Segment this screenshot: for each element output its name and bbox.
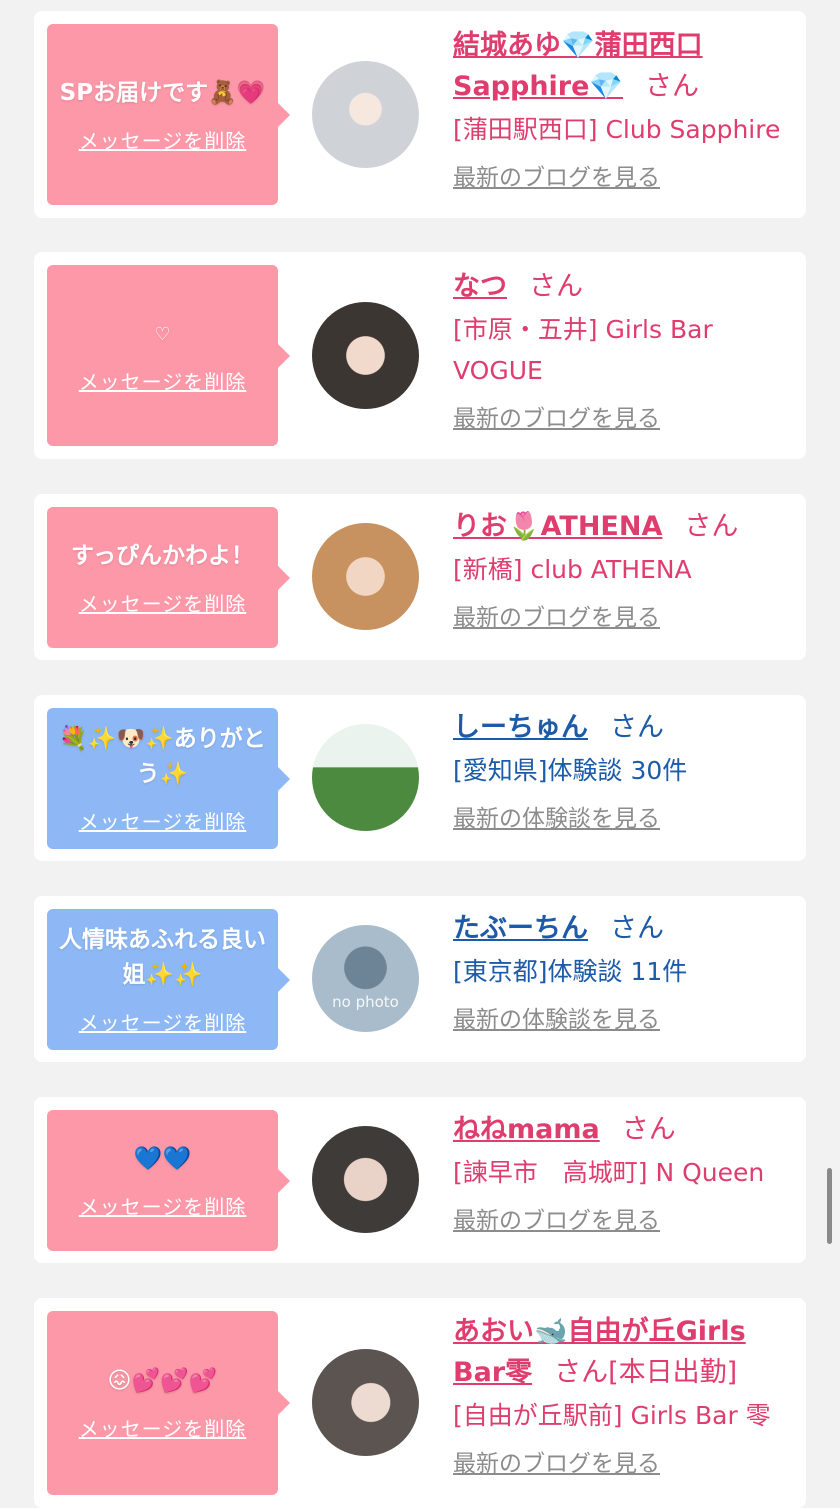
profile-info: たぶーちん さん [東京都]体験談 11件 最新の体験談を見る bbox=[453, 908, 798, 1038]
no-photo-label: no photo bbox=[332, 993, 399, 1011]
message-text: SPお届けです🧸💗 bbox=[59, 79, 266, 106]
list-item: 人情味あふれる良い姐✨✨ メッセージを削除 no photo たぶーちん さん [… bbox=[34, 896, 806, 1062]
message-text: 😖💕💕💕 bbox=[107, 1368, 218, 1394]
avatar[interactable] bbox=[312, 1126, 419, 1233]
list-item: 😖💕💕💕 メッセージを削除 あおい🐋自由が丘Girls Bar零 さん[本日出勤]… bbox=[34, 1298, 806, 1508]
message-text: 💙💙 bbox=[133, 1145, 192, 1172]
honorific: さん bbox=[645, 71, 700, 102]
scrollbar[interactable] bbox=[827, 1168, 832, 1244]
profile-info: なつ さん [市原・五井] Girls Bar VOGUE 最新のブログを見る bbox=[453, 266, 798, 437]
delete-message-link[interactable]: メッセージを削除 bbox=[79, 1413, 247, 1442]
list-item: SPお届けです🧸💗 メッセージを削除 結城あゆ💎蒲田西口Sapphire💎 さん … bbox=[34, 11, 806, 218]
profile-name-link[interactable]: しーちゅん bbox=[453, 712, 588, 743]
attendance-status: [本日出勤] bbox=[608, 1357, 738, 1388]
shop-name: [市原・五井] Girls Bar VOGUE bbox=[453, 315, 713, 385]
honorific: さん bbox=[610, 712, 664, 743]
delete-message-link[interactable]: メッセージを削除 bbox=[79, 366, 247, 395]
message-bubble: 😖💕💕💕 メッセージを削除 bbox=[47, 1311, 290, 1495]
avatar[interactable] bbox=[312, 302, 419, 409]
latest-blog-link[interactable]: 最新のブログを見る bbox=[453, 600, 798, 636]
message-text: すっぴんかわよ！ bbox=[70, 542, 255, 569]
message-text: 人情味あふれる良い姐✨✨ bbox=[59, 927, 266, 988]
latest-blog-link[interactable]: 最新のブログを見る bbox=[453, 1446, 798, 1482]
honorific: さん bbox=[529, 271, 583, 302]
profile-name-link[interactable]: ねねmama bbox=[453, 1114, 600, 1145]
profile-name-link[interactable]: なつ bbox=[453, 271, 507, 302]
honorific: さん bbox=[621, 1114, 676, 1145]
delete-message-link[interactable]: メッセージを削除 bbox=[79, 1191, 247, 1220]
profile-info: 結城あゆ💎蒲田西口Sapphire💎 さん [蒲田駅西口] Club Sapphi… bbox=[453, 25, 798, 196]
list-item: すっぴんかわよ！ メッセージを削除 りお🌷ATHENA さん [新橋] club … bbox=[34, 494, 806, 660]
message-bubble: 人情味あふれる良い姐✨✨ メッセージを削除 bbox=[47, 909, 290, 1050]
profile-info: あおい🐋自由が丘Girls Bar零 さん[本日出勤] [自由が丘駅前] Girl… bbox=[453, 1311, 798, 1482]
delete-message-link[interactable]: メッセージを削除 bbox=[79, 806, 247, 835]
avatar[interactable] bbox=[312, 1349, 419, 1456]
message-bubble: 💐✨🐶✨ありがとう✨ メッセージを削除 bbox=[47, 708, 290, 849]
profile-info: しーちゅん さん [愛知県]体験談 30件 最新の体験談を見る bbox=[453, 707, 798, 837]
delete-message-link[interactable]: メッセージを削除 bbox=[79, 1007, 247, 1036]
shop-name: [新橋] club ATHENA bbox=[453, 555, 692, 584]
latest-report-link[interactable]: 最新の体験談を見る bbox=[453, 801, 798, 837]
avatar[interactable]: no photo bbox=[312, 925, 419, 1032]
report-count: [東京都]体験談 11件 bbox=[453, 957, 688, 986]
honorific: さん bbox=[554, 1357, 609, 1388]
latest-blog-link[interactable]: 最新のブログを見る bbox=[453, 160, 798, 196]
list-item: ♡ メッセージを削除 なつ さん [市原・五井] Girls Bar VOGUE … bbox=[34, 252, 806, 459]
list-item: 💙💙 メッセージを削除 ねねmama さん [諫早市 高城町] N Queen 最… bbox=[34, 1097, 806, 1263]
message-text: 💐✨🐶✨ありがとう✨ bbox=[59, 726, 266, 787]
delete-message-link[interactable]: メッセージを削除 bbox=[79, 125, 247, 154]
message-bubble: すっぴんかわよ！ メッセージを削除 bbox=[47, 507, 290, 648]
latest-blog-link[interactable]: 最新のブログを見る bbox=[453, 401, 798, 437]
profile-info: ねねmama さん [諫早市 高城町] N Queen 最新のブログを見る bbox=[453, 1109, 798, 1239]
latest-report-link[interactable]: 最新の体験談を見る bbox=[453, 1002, 798, 1038]
profile-name-link[interactable]: りお🌷ATHENA bbox=[453, 511, 662, 542]
honorific: さん bbox=[684, 511, 739, 542]
profile-name-link[interactable]: たぶーちん bbox=[453, 913, 588, 944]
avatar[interactable] bbox=[312, 523, 419, 630]
honorific: さん bbox=[610, 913, 664, 944]
profile-info: りお🌷ATHENA さん [新橋] club ATHENA 最新のブログを見る bbox=[453, 506, 798, 636]
shop-name: [諫早市 高城町] N Queen bbox=[453, 1158, 765, 1187]
shop-name: [自由が丘駅前] Girls Bar 零 bbox=[453, 1401, 771, 1430]
avatar[interactable] bbox=[312, 724, 419, 831]
message-bubble: ♡ メッセージを削除 bbox=[47, 265, 290, 446]
report-count: [愛知県]体験談 30件 bbox=[453, 756, 688, 785]
list-item: 💐✨🐶✨ありがとう✨ メッセージを削除 しーちゅん さん [愛知県]体験談 30件… bbox=[34, 695, 806, 861]
delete-message-link[interactable]: メッセージを削除 bbox=[79, 588, 247, 617]
shop-name: [蒲田駅西口] Club Sapphire bbox=[453, 115, 781, 144]
latest-blog-link[interactable]: 最新のブログを見る bbox=[453, 1203, 798, 1239]
avatar[interactable] bbox=[312, 61, 419, 168]
message-bubble: SPお届けです🧸💗 メッセージを削除 bbox=[47, 24, 290, 205]
message-text: ♡ bbox=[154, 323, 171, 345]
message-bubble: 💙💙 メッセージを削除 bbox=[47, 1110, 290, 1251]
